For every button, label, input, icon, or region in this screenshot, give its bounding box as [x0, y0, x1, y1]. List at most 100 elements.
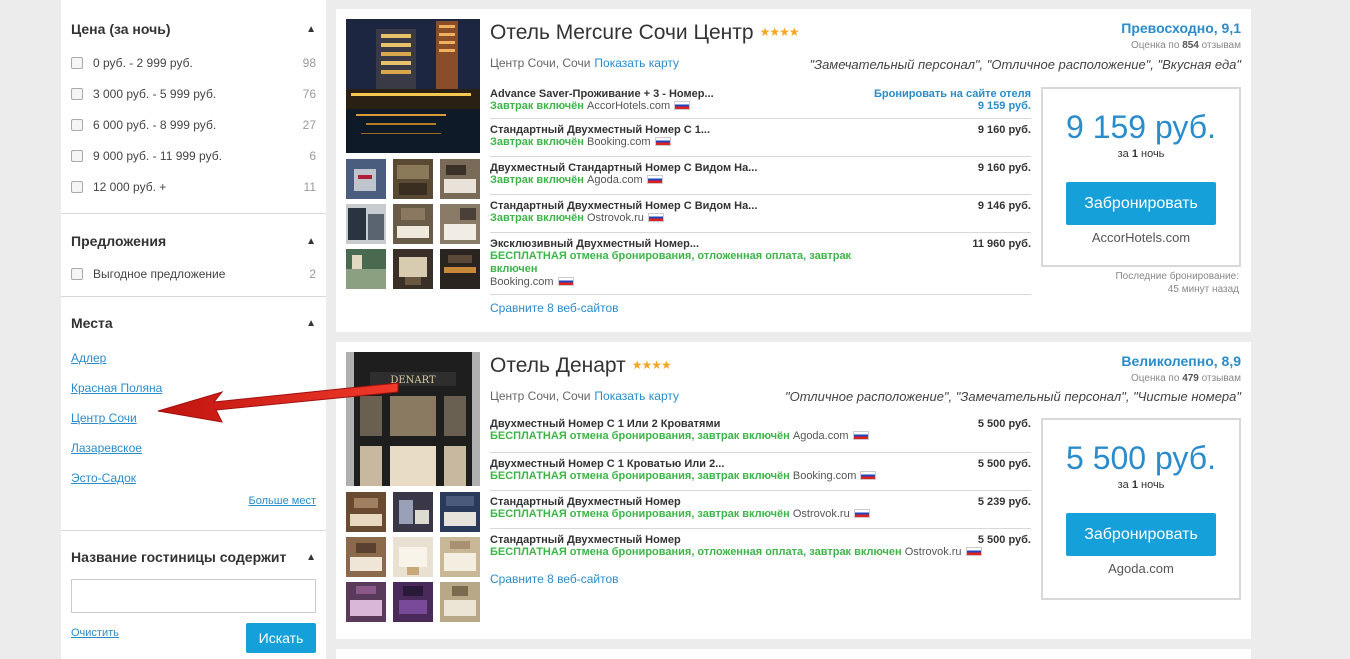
best-price[interactable]: 5 500 руб. [1043, 440, 1239, 477]
hotel-thumbnail[interactable] [440, 249, 480, 289]
checkbox[interactable] [71, 267, 83, 280]
hotel-main-photo[interactable] [346, 19, 480, 153]
show-map-link[interactable]: Показать карту [594, 56, 679, 70]
offer-row[interactable]: Эксклюзивный Двухместный Номер... 11 960… [490, 233, 1031, 295]
offer-title[interactable]: Стандартный Двухместный Номер С 1... [490, 124, 1031, 136]
collapse-triangle-icon[interactable]: ▲ [306, 24, 316, 35]
hotel-thumbnail[interactable] [393, 537, 433, 577]
hotel-name[interactable]: Отель Денарт ★★★★ [490, 354, 672, 378]
more-places-link[interactable]: Больше мест [71, 495, 316, 507]
place-link-adler[interactable]: Адлер [71, 343, 316, 373]
offer-title[interactable]: Стандартный Двухместный Номер С Видом На… [490, 200, 1031, 212]
offer-details: БЕСПЛАТНАЯ отмена бронирования, отложенн… [490, 546, 1031, 558]
book-button[interactable]: Забронировать [1066, 182, 1216, 225]
hotel-thumbnail[interactable] [393, 204, 433, 244]
offer-price[interactable]: 9 160 руб. [978, 162, 1031, 174]
hotel-thumbnail[interactable] [440, 492, 480, 532]
collapse-triangle-icon[interactable]: ▲ [306, 552, 316, 563]
hotel-thumbnail[interactable] [346, 204, 386, 244]
checkbox[interactable] [71, 149, 83, 162]
hotel-name-input[interactable] [71, 579, 316, 613]
offers-filter-header[interactable]: Предложения ▲ [71, 231, 316, 251]
offer-title[interactable]: Стандартный Двухместный Номер [490, 534, 1031, 546]
book-on-hotel-site-link[interactable]: Бронировать на сайте отеля [874, 88, 1031, 100]
russia-flag-icon [647, 213, 664, 222]
offer-row[interactable]: Стандартный Двухместный Номер С 1... 9 1… [490, 119, 1031, 157]
price-option[interactable]: 6 000 руб. - 8 999 руб. 27 [71, 109, 316, 140]
place-link-krasnaya-polyana[interactable]: Красная Поляна [71, 373, 316, 403]
offer-row[interactable]: Стандартный Двухместный Номер 5 500 руб.… [490, 529, 1031, 565]
offer-row[interactable]: Стандартный Двухместный Номер 5 239 руб.… [490, 491, 1031, 529]
hotel-name-text[interactable]: Отель Mercure Сочи Центр [490, 21, 754, 44]
hotel-thumbnail[interactable] [393, 249, 433, 289]
hotel-thumbnail[interactable] [346, 492, 386, 532]
place-link-lazarevskoe[interactable]: Лазаревское [71, 433, 316, 463]
checkbox[interactable] [71, 56, 83, 69]
hotel-thumbnail[interactable] [346, 249, 386, 289]
best-price[interactable]: 9 159 руб. [1043, 109, 1239, 146]
clear-link[interactable]: Очистить [71, 627, 119, 639]
offer-title[interactable]: Двухместный Стандартный Номер С Видом На… [490, 162, 1031, 174]
offer-row[interactable]: Двухместный Номер С 1 Кроватью Или 2... … [490, 453, 1031, 491]
offers-filter-title: Предложения [71, 233, 167, 249]
hotel-name[interactable]: Отель Mercure Сочи Центр ★★★★ [490, 21, 800, 45]
hotel-main-photo[interactable]: DENART [346, 352, 480, 486]
offer-title[interactable]: Эксклюзивный Двухместный Номер... [490, 238, 1031, 250]
hotel-thumbnail[interactable] [440, 204, 480, 244]
price-option[interactable]: 0 руб. - 2 999 руб. 98 [71, 47, 316, 78]
book-button[interactable]: Забронировать [1066, 513, 1216, 556]
offer-row[interactable]: Advance Saver-Проживание + 3 - Номер... … [490, 85, 1031, 119]
offer-price[interactable]: 5 500 руб. [978, 418, 1031, 430]
checkbox[interactable] [71, 118, 83, 131]
checkbox[interactable] [71, 87, 83, 100]
hotel-name-text[interactable]: Отель Денарт [490, 354, 626, 377]
show-map-link[interactable]: Показать карту [594, 389, 679, 403]
offer-price[interactable]: 5 500 руб. [978, 458, 1031, 470]
option-count: 76 [302, 86, 316, 101]
hotel-thumbnail[interactable] [440, 159, 480, 199]
review-suffix: отзывам [1201, 373, 1241, 384]
offer-title[interactable]: Двухместный Номер С 1 Кроватью Или 2... [490, 458, 1031, 470]
compare-sites-link[interactable]: Сравните 8 веб-сайтов [490, 301, 619, 315]
offer-price[interactable]: 5 500 руб. [978, 534, 1031, 546]
place-link-centr-sochi[interactable]: Центр Сочи [71, 403, 316, 433]
hotel-thumbnail[interactable] [440, 582, 480, 622]
collapse-triangle-icon[interactable]: ▲ [306, 318, 316, 329]
offer-price[interactable]: 9 160 руб. [978, 124, 1031, 136]
offer-title[interactable]: Стандартный Двухместный Номер [490, 496, 1031, 508]
compare-sites-link[interactable]: Сравните 8 веб-сайтов [490, 572, 619, 586]
places-filter-header[interactable]: Места ▲ [71, 313, 316, 333]
checkbox[interactable] [71, 180, 83, 193]
hotel-thumbnail[interactable] [393, 159, 433, 199]
offer-condition: БЕСПЛАТНАЯ отмена бронирования, отложенн… [490, 250, 852, 275]
per-night-number: 1 [1131, 148, 1138, 160]
hotel-thumbnail[interactable] [393, 582, 433, 622]
russia-flag-icon [557, 277, 574, 286]
offer-row[interactable]: Двухместный Стандартный Номер С Видом На… [490, 157, 1031, 195]
russia-flag-icon [646, 175, 663, 184]
hotel-name-filter-header[interactable]: Название гостиницы содержит ▲ [71, 547, 316, 567]
offer-price[interactable]: Бронировать на сайте отеля 9 159 руб. [874, 88, 1031, 112]
hotel-thumbnail[interactable] [346, 582, 386, 622]
offer-price[interactable]: 11 960 руб. [972, 238, 1031, 250]
hotel-thumbnail[interactable] [346, 159, 386, 199]
hotel-thumbnail[interactable] [346, 537, 386, 577]
price-option[interactable]: 9 000 руб. - 11 999 руб. 6 [71, 140, 316, 171]
price-filter-header[interactable]: Цена (за ночь) ▲ [71, 19, 316, 39]
search-button[interactable]: Искать [246, 623, 316, 653]
price-option[interactable]: 12 000 руб. + 11 [71, 171, 316, 202]
offer-site: Booking.com [587, 136, 651, 148]
hotel-thumbnail[interactable] [440, 537, 480, 577]
place-link-esto-sadok[interactable]: Эсто-Садок [71, 463, 316, 493]
offer-option[interactable]: Выгодное предложение 2 [71, 258, 316, 289]
hotel-thumbnail[interactable] [393, 492, 433, 532]
offer-site: Ostrovok.ru [792, 508, 850, 520]
offer-title[interactable]: Двухместный Номер С 1 Или 2 Кроватями [490, 418, 1031, 430]
offer-price[interactable]: 9 146 руб. [978, 200, 1031, 212]
offer-row[interactable]: Стандартный Двухместный Номер С Видом На… [490, 195, 1031, 233]
price-option[interactable]: 3 000 руб. - 5 999 руб. 76 [71, 78, 316, 109]
option-count: 6 [309, 148, 316, 163]
offer-row[interactable]: Двухместный Номер С 1 Или 2 Кроватями 5 … [490, 415, 1031, 453]
collapse-triangle-icon[interactable]: ▲ [306, 236, 316, 247]
offer-price[interactable]: 5 239 руб. [978, 496, 1031, 508]
